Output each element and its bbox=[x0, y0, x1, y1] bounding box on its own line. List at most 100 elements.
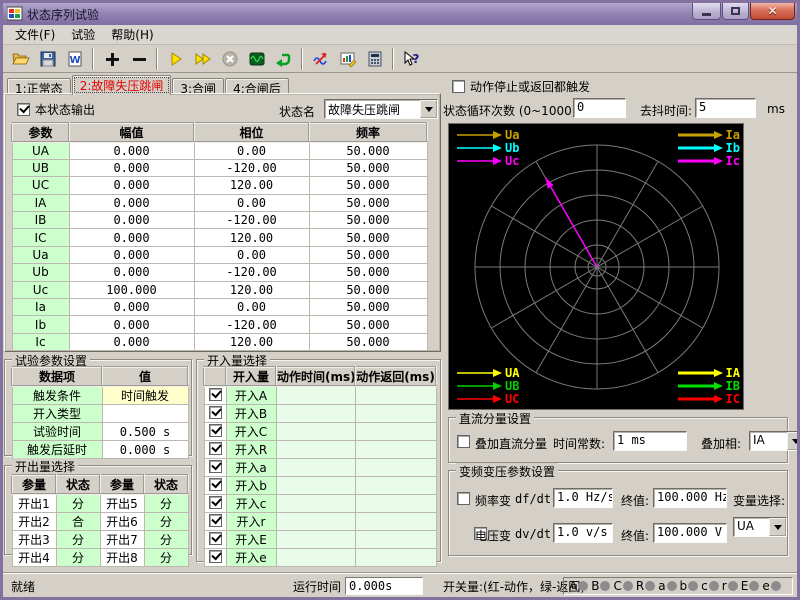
param-value-cell[interactable]: 50.000 bbox=[309, 229, 427, 246]
param-value-cell[interactable]: 0.00 bbox=[194, 246, 309, 263]
param-value-cell[interactable]: 50.000 bbox=[309, 264, 427, 281]
report-button[interactable] bbox=[334, 47, 361, 71]
variable-select-dropdown[interactable]: UA bbox=[733, 517, 787, 537]
dvdt-input[interactable]: 1.0 v/s bbox=[553, 523, 613, 543]
param-value-cell[interactable]: 50.000 bbox=[309, 194, 427, 211]
input-checkbox[interactable] bbox=[209, 460, 222, 473]
output-state-cell[interactable]: 分 bbox=[56, 531, 100, 549]
input-checkbox[interactable] bbox=[209, 496, 222, 509]
param-value-cell[interactable]: 120.00 bbox=[194, 177, 309, 194]
param-value-cell[interactable]: 50.000 bbox=[309, 177, 427, 194]
chevron-down-icon[interactable] bbox=[787, 432, 797, 450]
param-value-cell[interactable]: 0.000 bbox=[69, 159, 194, 176]
input-checkbox[interactable] bbox=[209, 532, 222, 545]
calculator-button[interactable] bbox=[361, 47, 388, 71]
param-value-cell[interactable]: -120.00 bbox=[194, 264, 309, 281]
param-value-cell[interactable]: 50.000 bbox=[309, 142, 427, 159]
param-value-cell[interactable]: -120.00 bbox=[194, 159, 309, 176]
state-name-dropdown[interactable]: 故障失压跳闸 bbox=[324, 99, 438, 119]
chevron-down-icon[interactable] bbox=[420, 100, 437, 118]
param-value-cell[interactable]: 50.000 bbox=[309, 333, 427, 350]
output-state-cell[interactable]: 分 bbox=[144, 549, 188, 567]
close-button[interactable]: ✕ bbox=[750, 3, 795, 20]
input-checkbox[interactable] bbox=[209, 406, 222, 419]
superpose-phase-label: 叠加相: bbox=[701, 435, 741, 452]
maximize-button[interactable] bbox=[722, 3, 749, 20]
add-state-button[interactable] bbox=[98, 47, 125, 71]
test-param-value[interactable]: 0.000 s bbox=[102, 441, 188, 459]
open-button[interactable] bbox=[7, 47, 34, 71]
input-checkbox[interactable] bbox=[209, 550, 222, 563]
input-checkbox[interactable] bbox=[209, 388, 222, 401]
output-name-cell: 开出6 bbox=[100, 513, 144, 531]
superpose-phase-dropdown[interactable]: IA bbox=[749, 431, 797, 451]
output-state-cell[interactable]: 分 bbox=[144, 494, 188, 513]
param-value-cell[interactable]: 50.000 bbox=[309, 246, 427, 263]
menu-item-help[interactable]: 帮助(H) bbox=[103, 24, 161, 45]
export-word-button[interactable]: W bbox=[61, 47, 88, 71]
trigger-stop-checkbox[interactable] bbox=[452, 80, 465, 93]
param-value-cell[interactable]: 50.000 bbox=[309, 212, 427, 229]
help-button[interactable]: ? bbox=[398, 47, 425, 71]
freq-end-input[interactable]: 100.000 Hz bbox=[653, 488, 727, 508]
param-value-cell[interactable]: 100.000 bbox=[69, 281, 194, 298]
param-value-cell[interactable]: 0.00 bbox=[194, 299, 309, 316]
param-value-cell[interactable]: 0.000 bbox=[69, 212, 194, 229]
minimize-button[interactable] bbox=[692, 3, 721, 20]
param-value-cell[interactable]: 0.00 bbox=[194, 142, 309, 159]
remove-state-button[interactable] bbox=[125, 47, 152, 71]
freq-change-checkbox[interactable] bbox=[457, 492, 470, 505]
stop-button[interactable] bbox=[216, 47, 243, 71]
param-value-cell[interactable]: 120.00 bbox=[194, 229, 309, 246]
tab-2:故障失压跳闸[interactable]: 2:故障失压跳闸 bbox=[72, 75, 172, 95]
undo-button[interactable] bbox=[270, 47, 297, 71]
menu-item-test[interactable]: 试验 bbox=[63, 24, 103, 45]
output-state-cell[interactable]: 分 bbox=[144, 531, 188, 549]
param-value-cell[interactable]: 0.000 bbox=[69, 333, 194, 350]
param-value-cell[interactable]: 0.000 bbox=[69, 299, 194, 316]
param-value-cell[interactable]: 120.00 bbox=[194, 281, 309, 298]
param-value-cell[interactable]: 0.00 bbox=[194, 194, 309, 211]
param-value-cell[interactable]: 0.000 bbox=[69, 316, 194, 333]
param-value-cell[interactable]: 0.000 bbox=[69, 229, 194, 246]
output-state-cell[interactable]: 分 bbox=[56, 549, 100, 567]
input-checkbox[interactable] bbox=[209, 478, 222, 491]
param-value-cell[interactable]: 50.000 bbox=[309, 159, 427, 176]
debounce-input[interactable]: 5 bbox=[695, 98, 756, 118]
param-value-cell[interactable]: -120.00 bbox=[194, 212, 309, 229]
menu-item-file[interactable]: 文件(F) bbox=[7, 24, 63, 45]
legend-arrow-icon bbox=[457, 368, 503, 378]
phasor-button[interactable] bbox=[307, 47, 334, 71]
output-state-cell[interactable]: 分 bbox=[56, 494, 100, 513]
param-value-cell[interactable]: 50.000 bbox=[309, 281, 427, 298]
time-constant-input[interactable]: 1 ms bbox=[613, 431, 687, 451]
param-value-cell[interactable]: 120.00 bbox=[194, 333, 309, 350]
param-value-cell[interactable]: 0.000 bbox=[69, 264, 194, 281]
test-param-value[interactable]: 0.500 s bbox=[102, 423, 188, 441]
test-param-value[interactable] bbox=[102, 405, 188, 423]
volt-end-input[interactable]: 100.000 V bbox=[653, 523, 727, 543]
output-state-cell[interactable]: 分 bbox=[144, 513, 188, 531]
state-output-checkbox[interactable] bbox=[17, 103, 30, 116]
input-checkbox[interactable] bbox=[209, 442, 222, 455]
param-value-cell[interactable]: 0.000 bbox=[69, 177, 194, 194]
dc-offset-checkbox[interactable] bbox=[457, 435, 470, 448]
save-button[interactable] bbox=[34, 47, 61, 71]
test-param-value[interactable]: 时间触发 bbox=[102, 386, 188, 405]
loop-count-input[interactable]: 0 bbox=[573, 98, 626, 118]
param-value-cell[interactable]: 0.000 bbox=[69, 246, 194, 263]
input-checkbox[interactable] bbox=[209, 424, 222, 437]
start-button[interactable] bbox=[162, 47, 189, 71]
waveform-button[interactable] bbox=[243, 47, 270, 71]
chevron-down-icon[interactable] bbox=[769, 518, 786, 536]
param-value-cell[interactable]: 0.000 bbox=[69, 194, 194, 211]
dfdt-input[interactable]: 1.0 Hz/s bbox=[553, 488, 613, 508]
param-value-cell[interactable]: 50.000 bbox=[309, 299, 427, 316]
param-value-cell[interactable]: 50.000 bbox=[309, 316, 427, 333]
param-table: 参数幅值相位频率 UA0.0000.0050.000UB0.000-120.00… bbox=[11, 122, 428, 351]
output-state-cell[interactable]: 合 bbox=[56, 513, 100, 531]
input-checkbox[interactable] bbox=[209, 514, 222, 527]
param-value-cell[interactable]: 0.000 bbox=[69, 142, 194, 159]
fast-forward-button[interactable] bbox=[189, 47, 216, 71]
param-value-cell[interactable]: -120.00 bbox=[194, 316, 309, 333]
